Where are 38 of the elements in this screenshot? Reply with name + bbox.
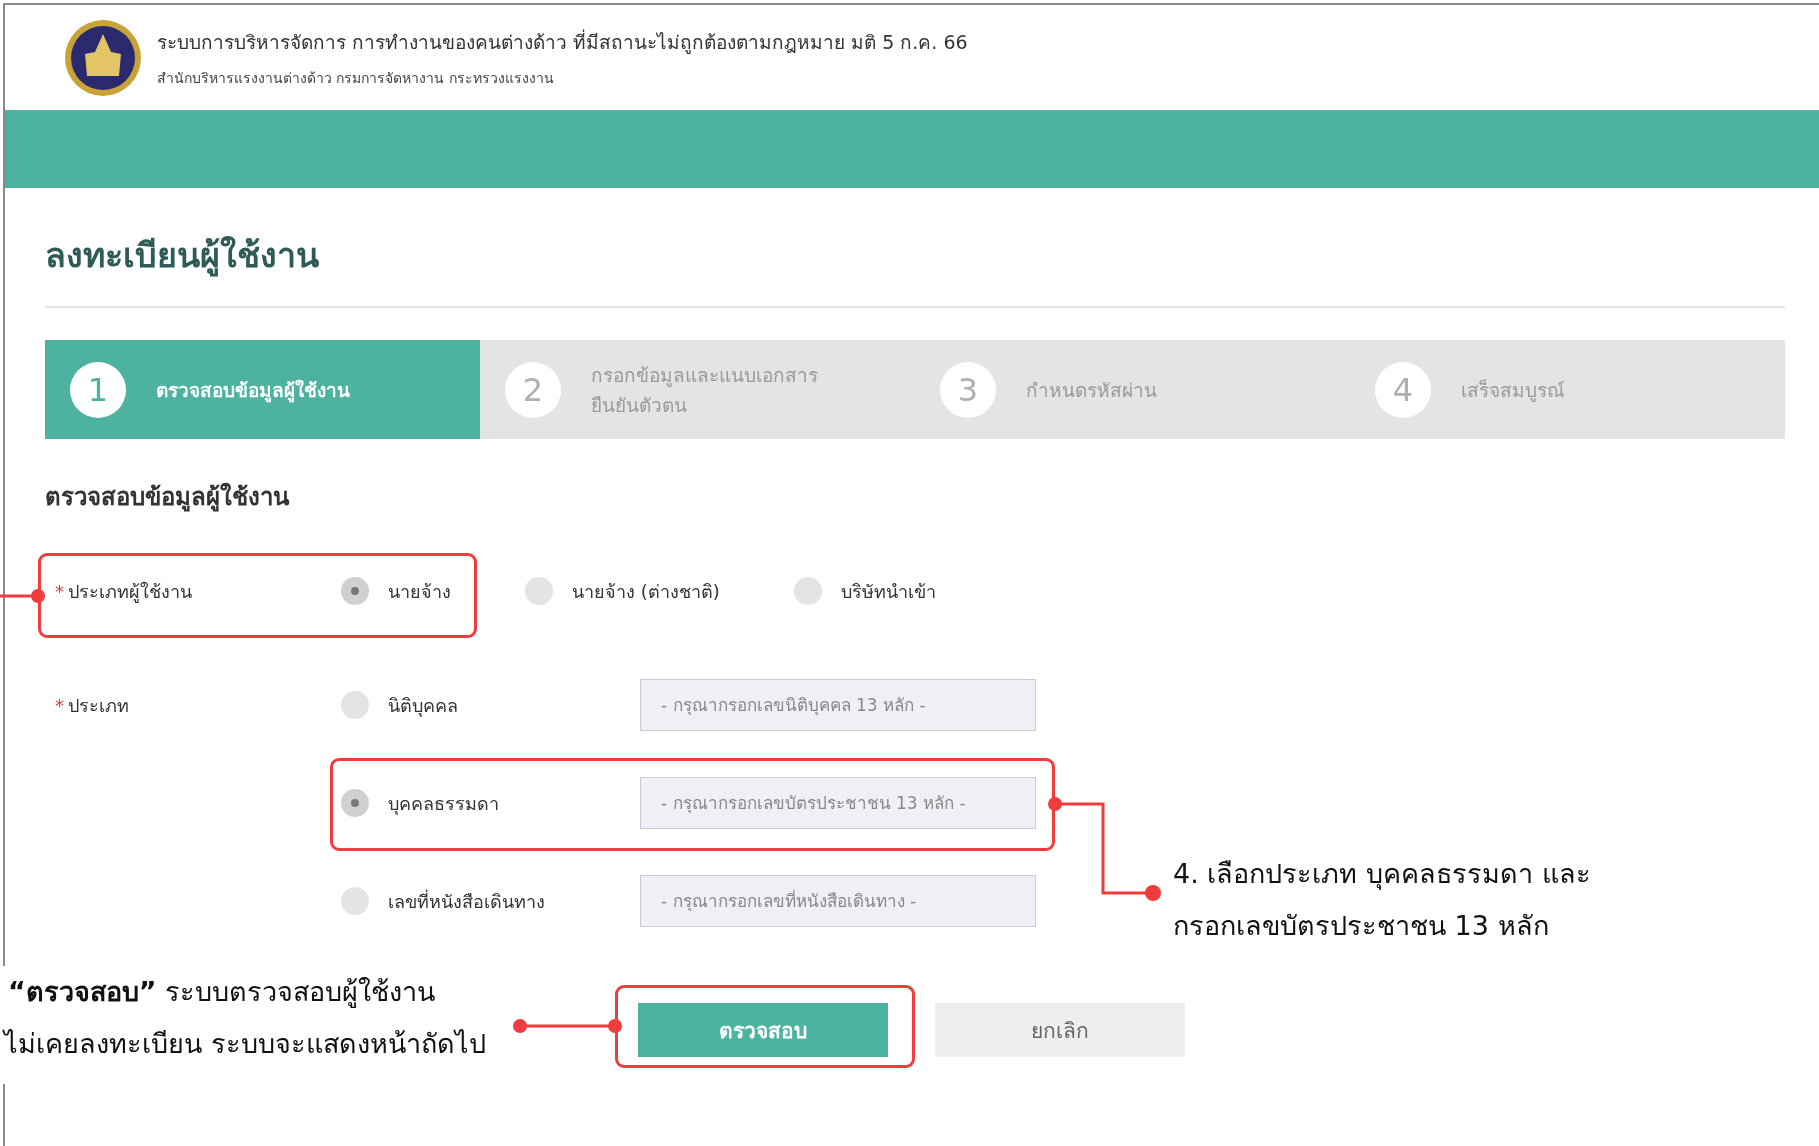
step-number: 1 [70, 361, 126, 418]
radio-button[interactable] [341, 577, 369, 605]
radio-option[interactable]: เลขที่หนังสือเดินทาง [341, 886, 640, 916]
section-title: ตรวจสอบข้อมูลผู้ใช้งาน [45, 481, 291, 514]
leader-line [0, 589, 45, 603]
radio-option[interactable]: นายจ้าง [341, 576, 451, 606]
input-field[interactable]: - กรุณากรอกเลขที่หนังสือเดินทาง - [640, 875, 1036, 927]
radio-option[interactable]: บริษัทนำเข้า [793, 576, 936, 606]
radio-button[interactable] [341, 887, 369, 915]
page-title: ลงทะเบียนผู้ใช้งาน [45, 234, 320, 279]
field-label: ประเภท [68, 694, 129, 716]
radio-option[interactable]: นิติบุคคล [341, 690, 640, 720]
radio-button[interactable] [793, 577, 822, 605]
annotation-text: “ตรวจสอบ” ระบบตรวจสอบผู้ใช้งาน [7, 975, 436, 1010]
emblem-logo-icon [63, 17, 143, 98]
required-mark: * [55, 580, 64, 602]
step-number: 3 [940, 361, 996, 418]
annotation-text: 4. เลือกประเภท บุคคลธรรมดา และ [1173, 857, 1591, 892]
radio-button[interactable] [341, 691, 369, 719]
step-number: 4 [1375, 361, 1431, 418]
step-label: ตรวจสอบข้อมูลผู้ใช้งาน [156, 377, 350, 405]
annotation-text: กรอกเลขบัตรประชาชน 13 หลัก [1173, 909, 1550, 943]
step-label: เสร็จสมบูรณ์ [1461, 377, 1565, 404]
input-field[interactable]: - กรุณากรอกเลขบัตรประชาชน 13 หลัก - [640, 777, 1036, 829]
field-label: ประเภทผู้ใช้งาน [68, 580, 192, 602]
radio-button[interactable] [341, 789, 369, 817]
cancel-button[interactable]: ยกเลิก [935, 1003, 1185, 1057]
radio-option[interactable]: นายจ้าง (ต่างชาติ) [525, 576, 720, 606]
input-field[interactable]: - กรุณากรอกเลขนิติบุคคล 13 หลัก - [640, 679, 1036, 731]
step-number: 2 [505, 361, 561, 418]
system-title: ระบบการบริหารจัดการ การทำงานของคนต่างด้าว ที่มีสถานะไม่ถูกต้องตามกฎหมาย มติ 5 ก.ค. 66 [157, 28, 968, 56]
department-subtitle: สำนักบริหารแรงงานต่างด้าว กรมการจัดหางาน กระทรวงแรงงาน [157, 68, 555, 88]
step-label: กำหนดรหัสผ่าน [1026, 377, 1157, 403]
step-label: กรอกข้อมูลและแนบเอกสาร ยืนยันตัวตน [591, 362, 819, 418]
radio-option[interactable]: บุคคลธรรมดา [341, 788, 640, 818]
required-mark: * [55, 694, 64, 716]
annotation-text: ไม่เคยลงทะเบียน ระบบจะแสดงหน้าถัดไป [1, 1027, 486, 1061]
radio-button[interactable] [525, 577, 553, 605]
